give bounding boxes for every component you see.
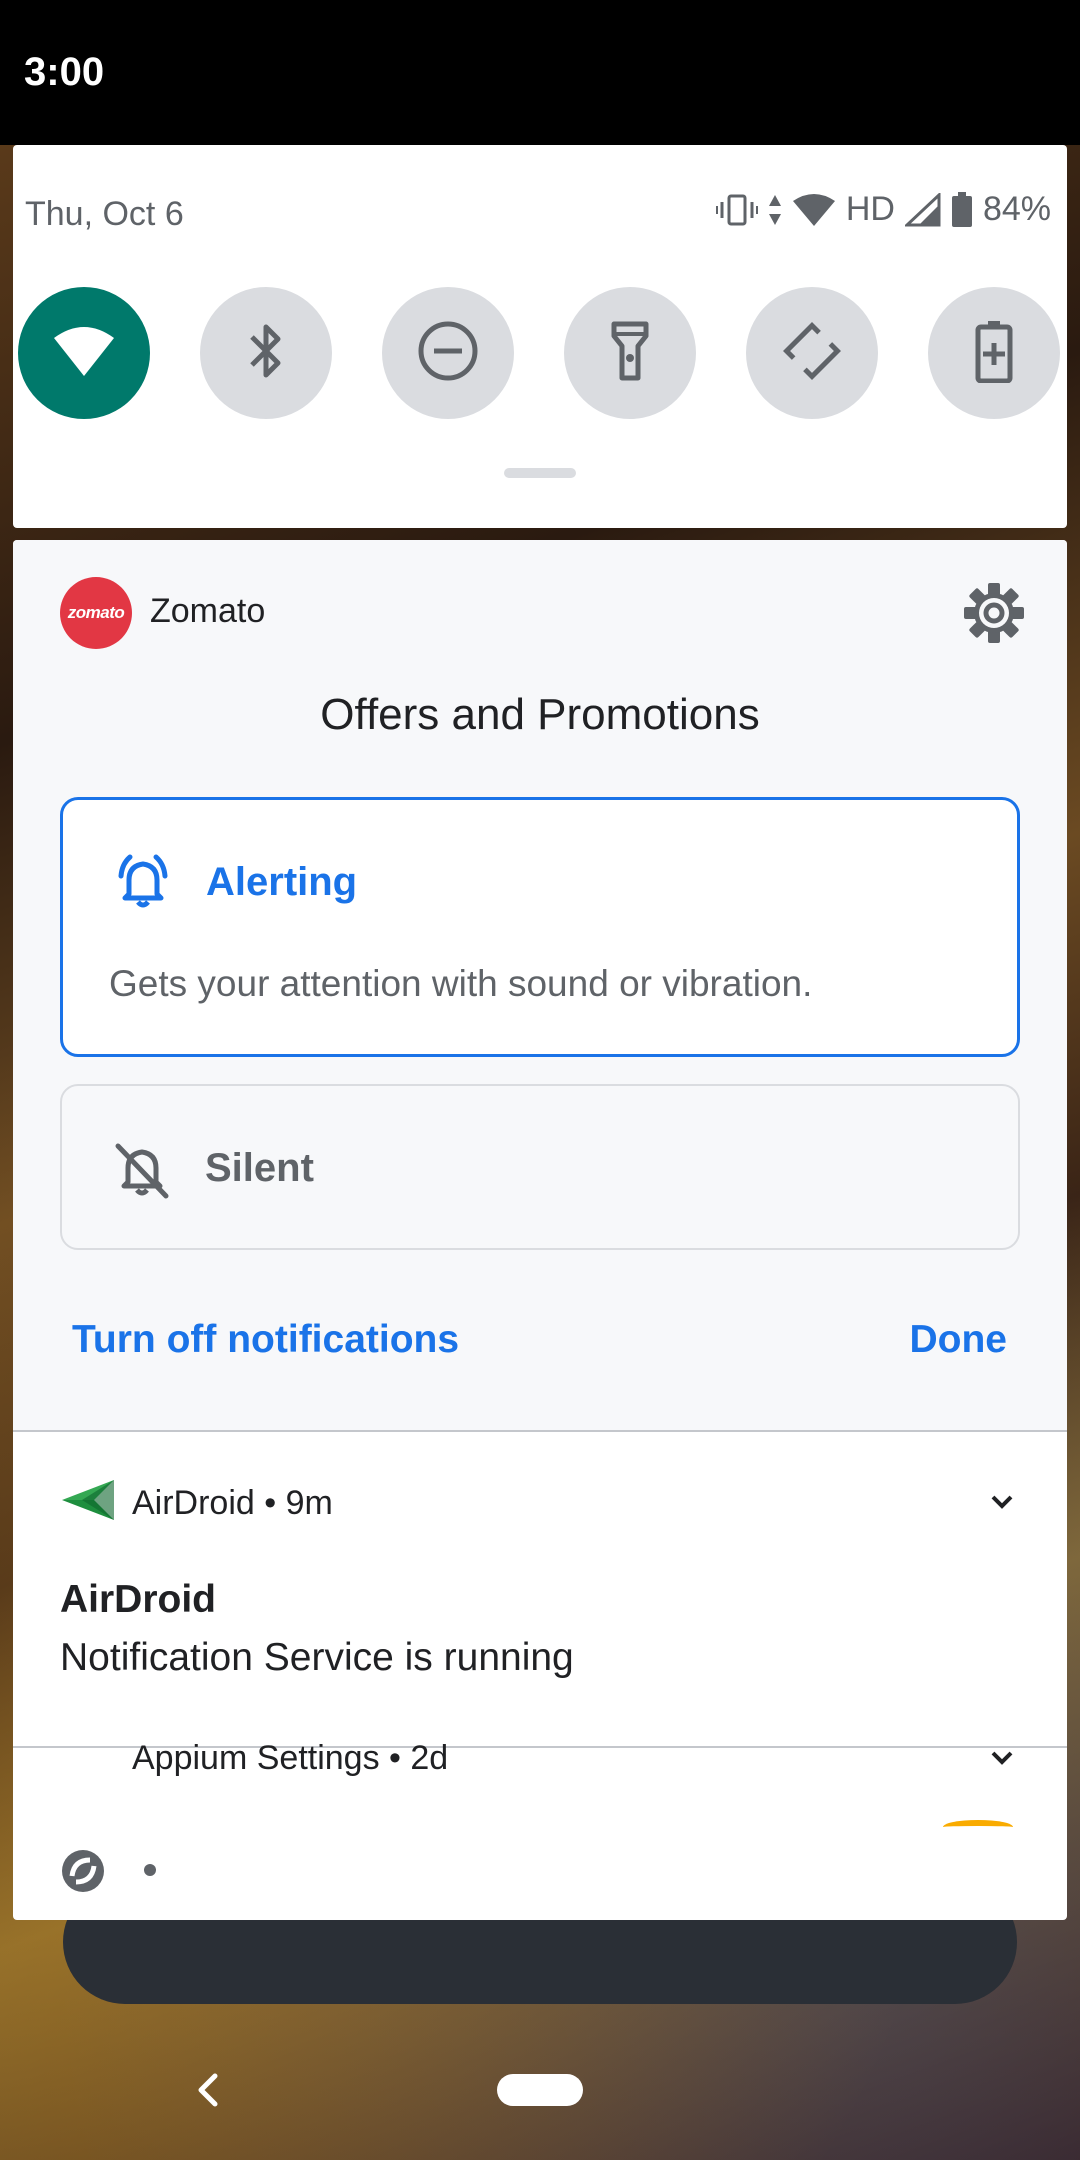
battery-percent: 84% (982, 190, 1051, 228)
auto-rotate-tile[interactable] (746, 287, 878, 419)
silent-option[interactable]: Silent (60, 1084, 1020, 1250)
app-icon (60, 1848, 106, 1894)
alert-bell-icon (111, 850, 175, 914)
status-bar: 3:00 (0, 0, 1080, 145)
do-not-disturb-icon (417, 320, 479, 387)
alerting-description: Gets your attention with sound or vibrat… (109, 963, 813, 1004)
date-label: Thu, Oct 6 (25, 195, 184, 233)
notification-list: zomato Zomato Offers and Promotions Aler… (13, 540, 1067, 1920)
bell-off-icon (110, 1138, 174, 1202)
divider (13, 1430, 1067, 1432)
clock: 3:00 (24, 50, 105, 94)
auto-rotate-icon (780, 319, 844, 388)
home-button[interactable] (497, 2074, 583, 2106)
flashlight-icon (610, 320, 650, 387)
chevron-down-icon[interactable] (987, 1748, 1017, 1768)
data-arrows-icon (768, 193, 782, 227)
turn-off-notifications-button[interactable]: Turn off notifications (72, 1318, 459, 1362)
bluetooth-tile[interactable] (200, 287, 332, 419)
alerting-label: Alerting (206, 860, 358, 904)
wifi-status-icon (792, 193, 836, 227)
zomato-notification-settings: zomato Zomato Offers and Promotions Aler… (13, 540, 1067, 1430)
airdroid-icon (60, 1478, 116, 1522)
gear-icon[interactable] (961, 580, 1027, 646)
chevron-down-icon[interactable] (987, 1492, 1017, 1512)
network-type-label: HD (845, 190, 895, 228)
orange-arc (943, 1820, 1013, 1834)
vibrate-icon (715, 193, 758, 227)
airdroid-text: Notification Service is running (60, 1636, 574, 1679)
zomato-logo: zomato (60, 577, 132, 649)
quick-settings-drag-handle[interactable] (504, 468, 576, 478)
separator-dot (144, 1864, 156, 1876)
airdroid-title: AirDroid (60, 1578, 216, 1621)
do-not-disturb-tile[interactable] (382, 287, 514, 419)
done-button[interactable]: Done (910, 1318, 1008, 1362)
appium-header: Appium Settings • 2d (132, 1739, 449, 1777)
status-icons: HD 84% (715, 190, 1051, 229)
battery-saver-tile[interactable] (928, 287, 1060, 419)
quick-settings-tiles (18, 287, 1068, 419)
silent-label: Silent (205, 1146, 314, 1190)
airdroid-header: AirDroid • 9m (132, 1484, 333, 1522)
quick-settings-panel: Thu, Oct 6 HD 84% (13, 145, 1067, 528)
channel-title: Offers and Promotions (320, 690, 760, 739)
battery-saver-icon (974, 319, 1014, 388)
bluetooth-icon (246, 321, 286, 386)
wifi-icon (52, 324, 116, 383)
battery-icon (951, 191, 973, 228)
flashlight-tile[interactable] (564, 287, 696, 419)
back-icon[interactable] (195, 2070, 221, 2110)
wifi-tile[interactable] (18, 287, 150, 419)
cell-signal-icon (904, 192, 941, 227)
alerting-option[interactable]: Alerting Gets your attention with sound … (60, 797, 1020, 1057)
app-name: Zomato (150, 592, 266, 630)
